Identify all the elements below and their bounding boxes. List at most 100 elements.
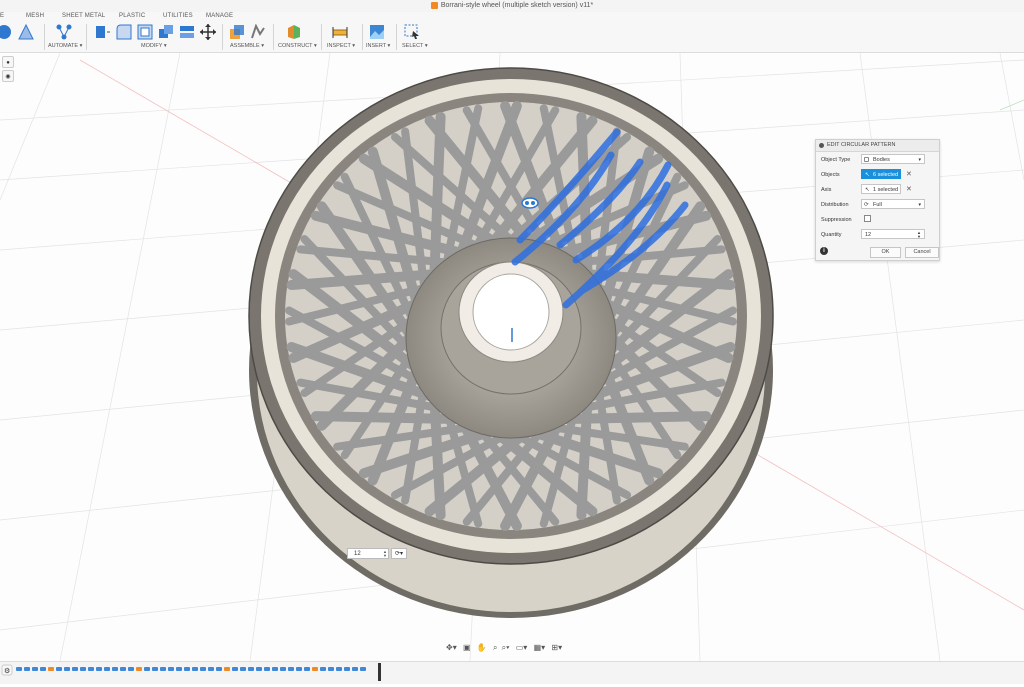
timeline-features[interactable]: ⚙ xyxy=(0,662,1024,684)
toolbar-separator xyxy=(86,24,87,50)
cancel-button[interactable]: Cancel xyxy=(905,247,939,258)
move-icon[interactable] xyxy=(200,24,216,40)
press-pull-icon[interactable] xyxy=(95,24,111,40)
tab-solid[interactable]: E xyxy=(0,13,4,19)
timeline-feature-icon xyxy=(320,667,326,671)
objects-label: Objects xyxy=(821,172,840,178)
modify-group-label[interactable]: MODIFY ▾ xyxy=(141,43,167,49)
timeline-feature-icon xyxy=(136,667,142,671)
timeline-feature-icon xyxy=(224,667,230,671)
timeline-feature-icon xyxy=(344,667,350,671)
timeline-feature-icon xyxy=(96,667,102,671)
browser-toggle-icon[interactable]: ● xyxy=(2,56,14,68)
tab-mesh[interactable]: MESH xyxy=(26,13,44,19)
timeline-feature-icon xyxy=(336,667,342,671)
timeline-feature-icon xyxy=(64,667,70,671)
component-visibility-icon[interactable]: ◉ xyxy=(2,70,14,82)
objects-row: Objects ↖ 6 selected ✕ xyxy=(820,169,938,181)
toolbar-separator xyxy=(222,24,223,50)
toolbar-separator xyxy=(44,24,45,50)
ok-button[interactable]: OK xyxy=(870,247,901,258)
tab-plastic[interactable]: PLASTIC xyxy=(119,13,145,19)
quantity-input[interactable]: 12 ▲ ▼ xyxy=(861,229,925,239)
quantity-manipulator-input[interactable]: 12 ▲ ▼ xyxy=(347,548,389,559)
tab-manage[interactable]: MANAGE xyxy=(206,13,233,19)
fit-icon[interactable]: ⌕▾ xyxy=(502,643,510,652)
distribution-select[interactable]: ⟳ Full ▾ xyxy=(861,199,925,209)
assemble-group-label[interactable]: ASSEMBLE ▾ xyxy=(230,43,264,49)
quantity-spinner-icon[interactable]: ▲ ▼ xyxy=(917,231,921,239)
document-icon xyxy=(430,1,438,9)
joint-icon[interactable] xyxy=(250,24,266,40)
body-icon xyxy=(864,157,869,162)
tab-sheet-metal[interactable]: SHEET METAL xyxy=(62,13,105,19)
orbit-icon[interactable]: ✥▾ xyxy=(446,643,457,652)
insert-image-icon[interactable] xyxy=(369,24,385,40)
timeline-feature-icon xyxy=(128,667,134,671)
insert-group-label[interactable]: INSERT ▾ xyxy=(366,43,390,49)
panel-collapse-icon[interactable] xyxy=(819,143,824,148)
timeline-feature-icon xyxy=(120,667,126,671)
select-group-label[interactable]: SELECT ▾ xyxy=(402,43,428,49)
ribbon-toolbar: E MESH SHEET METAL PLASTIC UTILITIES MAN… xyxy=(0,12,1024,53)
viewports-icon[interactable]: ⊞▾ xyxy=(551,643,562,652)
suppression-checkbox[interactable] xyxy=(864,215,871,222)
timeline-feature-icon xyxy=(168,667,174,671)
navigation-bar: ✥▾ ▣ ✋ ⌕ ⌕▾ ▭▾ ▦▾ ⊞▾ xyxy=(446,643,562,657)
inspect-group-label[interactable]: INSPECT ▾ xyxy=(327,43,355,49)
info-icon[interactable]: i xyxy=(820,247,828,255)
clear-objects-icon[interactable]: ✕ xyxy=(906,170,912,178)
cursor-icon: ↖ xyxy=(865,172,870,178)
object-type-select[interactable]: Bodies ▾ xyxy=(861,154,925,164)
timeline-feature-icon xyxy=(192,667,198,671)
timeline-feature-icon xyxy=(328,667,334,671)
pan-icon[interactable]: ✋ xyxy=(477,643,487,652)
quantity-label: Quantity xyxy=(821,232,842,238)
shell-icon[interactable] xyxy=(137,24,153,40)
suppression-label: Suppression xyxy=(821,217,852,223)
objects-selection-button[interactable]: ↖ 6 selected xyxy=(861,169,901,179)
construct-group-label[interactable]: CONSTRUCT ▾ xyxy=(278,43,317,49)
grid-settings-icon[interactable]: ▦▾ xyxy=(534,643,546,652)
new-component-icon[interactable] xyxy=(229,24,245,40)
timeline-feature-icon xyxy=(264,667,270,671)
timeline-feature-icon xyxy=(280,667,286,671)
toolbar-separator xyxy=(362,24,363,50)
zoom-icon[interactable]: ⌕ xyxy=(493,643,497,652)
combine-icon[interactable] xyxy=(158,24,174,40)
extrude-icon[interactable] xyxy=(18,24,34,40)
svg-text:⚙: ⚙ xyxy=(4,667,10,675)
automate-group-label[interactable]: AUTOMATE ▾ xyxy=(48,43,82,49)
quantity-row: Quantity 12 ▲ ▼ xyxy=(820,229,938,241)
clear-axis-icon[interactable]: ✕ xyxy=(906,185,912,193)
timeline-feature-icon xyxy=(144,667,150,671)
create-sketch-icon[interactable] xyxy=(0,24,16,40)
timeline-bar: ⚙ xyxy=(0,661,1024,684)
tab-utilities[interactable]: UTILITIES xyxy=(163,13,193,19)
quantity-spinner-icon[interactable]: ▲ ▼ xyxy=(383,550,387,558)
timeline-feature-icon xyxy=(216,667,222,671)
fillet-icon[interactable] xyxy=(116,24,132,40)
title-bar: Borrani-style wheel (multiple sketch ver… xyxy=(0,0,1024,12)
timeline-feature-icon xyxy=(176,667,182,671)
timeline-feature-icon xyxy=(184,667,190,671)
offset-plane-icon[interactable] xyxy=(286,24,302,40)
look-at-icon[interactable]: ▣ xyxy=(463,643,471,652)
pattern-handle-icon[interactable] xyxy=(521,197,539,209)
panel-title: EDIT CIRCULAR PATTERN xyxy=(827,142,896,148)
chevron-down-icon: ▾ xyxy=(918,202,921,208)
split-body-icon[interactable] xyxy=(179,24,195,40)
distribution-row: Distribution ⟳ Full ▾ xyxy=(820,199,938,211)
measure-icon[interactable] xyxy=(332,24,348,40)
timeline-feature-icon xyxy=(152,667,158,671)
axis-selection-button[interactable]: ↖ 1 selected xyxy=(861,184,901,194)
display-settings-icon[interactable]: ▭▾ xyxy=(516,643,528,652)
select-icon[interactable] xyxy=(404,24,420,40)
distribution-mode-dropdown[interactable]: ⟳▾ xyxy=(391,548,407,559)
toolbar-separator xyxy=(273,24,274,50)
panel-header[interactable]: EDIT CIRCULAR PATTERN xyxy=(816,140,939,152)
timeline-feature-icon xyxy=(360,667,366,671)
automate-icon[interactable] xyxy=(56,24,72,40)
timeline-feature-icon xyxy=(112,667,118,671)
timeline-feature-icon xyxy=(232,667,238,671)
